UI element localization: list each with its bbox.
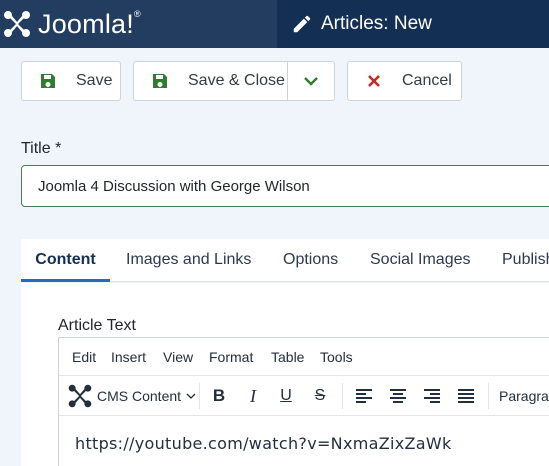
align-left-icon bbox=[356, 389, 372, 403]
align-right-icon bbox=[424, 389, 440, 403]
rich-text-editor: Edit Insert View Format Table Tools CMS … bbox=[58, 337, 549, 466]
save-close-label: Save & Close bbox=[188, 72, 285, 89]
close-icon bbox=[368, 75, 380, 87]
tab-content[interactable]: Content bbox=[21, 239, 110, 282]
cancel-button[interactable]: Cancel bbox=[347, 61, 462, 101]
page-title: Articles: New bbox=[291, 0, 432, 48]
tab-bar: Content Images and Links Options Social … bbox=[21, 239, 549, 282]
editor-menubar: Edit Insert View Format Table Tools bbox=[59, 338, 549, 376]
app-header: Joomla!® Articles: New bbox=[0, 0, 549, 48]
article-text-label: Article Text bbox=[58, 317, 136, 334]
page-title-text: Articles: New bbox=[321, 13, 432, 34]
joomla-icon bbox=[68, 384, 92, 408]
brand[interactable]: Joomla!® bbox=[0, 0, 277, 48]
underline-button[interactable]: U bbox=[274, 377, 298, 415]
editor-body-text[interactable]: https://youtube.com/watch?v=NxmaZixZaWk bbox=[75, 434, 452, 453]
menu-tools[interactable]: Tools bbox=[320, 338, 353, 376]
save-close-button[interactable]: Save & Close bbox=[133, 61, 288, 101]
save-button[interactable]: Save bbox=[21, 61, 121, 101]
bold-button[interactable]: B bbox=[207, 377, 231, 415]
save-icon bbox=[153, 74, 167, 88]
toolbar-separator bbox=[199, 383, 200, 409]
paragraph-format-dropdown[interactable]: Paragraph bbox=[499, 377, 549, 415]
joomla-logo-icon bbox=[4, 11, 30, 37]
tab-social-images[interactable]: Social Images bbox=[370, 239, 471, 281]
save-label: Save bbox=[76, 72, 113, 89]
strikethrough-button[interactable]: S bbox=[308, 377, 332, 415]
menu-edit[interactable]: Edit bbox=[72, 338, 96, 376]
italic-button[interactable]: I bbox=[241, 377, 265, 415]
title-label: Title * bbox=[21, 140, 62, 157]
menu-format[interactable]: Format bbox=[209, 338, 253, 376]
tab-publishing[interactable]: Publishing bbox=[502, 239, 549, 281]
editor-format-toolbar: CMS Content B I U S Paragraph bbox=[59, 377, 549, 416]
align-justify-button[interactable] bbox=[454, 377, 478, 415]
cms-content-dropdown[interactable]: CMS Content bbox=[65, 377, 197, 415]
toolbar-separator bbox=[488, 383, 489, 409]
logo-text: Joomla!® bbox=[38, 8, 141, 39]
menu-view[interactable]: View bbox=[163, 338, 193, 376]
align-center-icon bbox=[390, 389, 406, 403]
align-right-button[interactable] bbox=[420, 377, 444, 415]
tab-images-and-links[interactable]: Images and Links bbox=[126, 239, 251, 281]
align-center-button[interactable] bbox=[386, 377, 410, 415]
chevron-down-icon bbox=[304, 77, 318, 86]
cms-content-label: CMS Content bbox=[97, 388, 182, 404]
toolbar-separator bbox=[342, 383, 343, 409]
title-input[interactable] bbox=[21, 165, 549, 207]
save-icon bbox=[41, 74, 55, 88]
save-options-dropdown[interactable] bbox=[287, 61, 335, 101]
align-left-button[interactable] bbox=[352, 377, 376, 415]
chevron-down-icon bbox=[186, 393, 196, 399]
toolbar: Save Save & Close Cancel bbox=[0, 48, 549, 116]
menu-insert[interactable]: Insert bbox=[111, 338, 146, 376]
menu-table[interactable]: Table bbox=[271, 338, 304, 376]
pencil-icon bbox=[293, 15, 311, 33]
tab-options[interactable]: Options bbox=[283, 239, 338, 281]
cancel-label: Cancel bbox=[402, 72, 452, 89]
align-justify-icon bbox=[458, 389, 474, 403]
